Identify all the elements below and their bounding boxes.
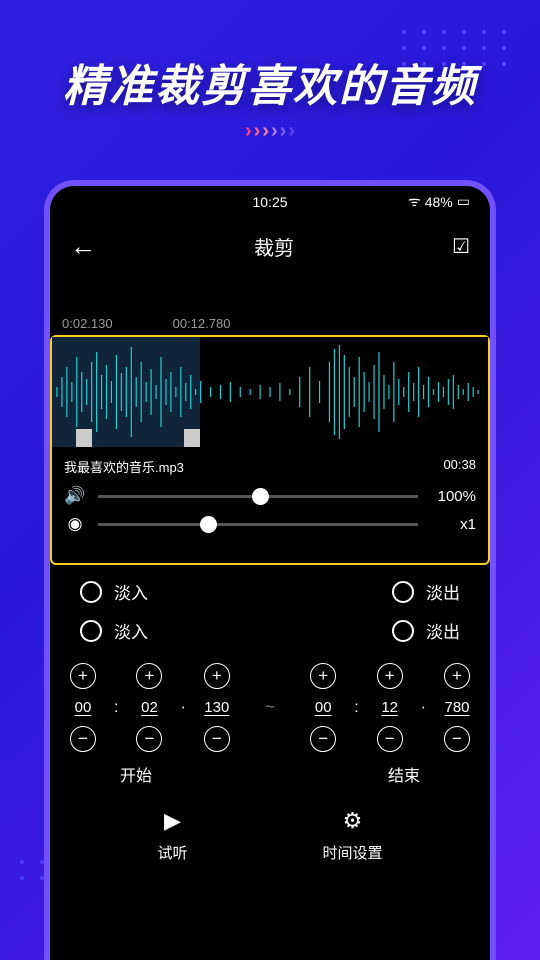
status-bar: 10:25 ᯤ48%▭ xyxy=(50,186,490,217)
fade-out-2[interactable]: 淡出 xyxy=(392,618,460,643)
time-settings-button[interactable]: ⚙时间设置 xyxy=(322,808,382,863)
start-m-minus[interactable]: − xyxy=(136,726,162,752)
end-s-minus[interactable]: − xyxy=(444,726,470,752)
phone-frame: 10:25 ᯤ48%▭ ← 裁剪 ☑ 0:02.130 00:12.780 我最… xyxy=(44,180,496,960)
start-h-minus[interactable]: − xyxy=(70,726,96,752)
fade-out-1[interactable]: 淡出 xyxy=(392,579,460,604)
timeline-start: 0:02.130 xyxy=(62,316,113,331)
status-time: 10:25 xyxy=(252,194,287,210)
page-title: 裁剪 xyxy=(254,232,294,261)
start-label: 开始 xyxy=(120,762,152,786)
end-s[interactable]: 780 xyxy=(444,699,469,716)
end-h[interactable]: 00 xyxy=(315,699,332,716)
sliders-icon: ⚙ xyxy=(343,808,363,834)
preview-button[interactable]: ▶试听 xyxy=(157,808,187,863)
speed-slider[interactable] xyxy=(98,523,418,526)
chevrons-decoration: ›››››› xyxy=(245,120,295,143)
end-h-plus[interactable]: + xyxy=(310,663,336,689)
fade-in-2[interactable]: 淡入 xyxy=(80,618,148,643)
start-h[interactable]: 00 xyxy=(75,699,92,716)
end-label: 结束 xyxy=(388,762,420,786)
volume-icon: 🔊 xyxy=(64,486,86,506)
speed-value: x1 xyxy=(430,516,476,533)
wifi-icon: ᯤ xyxy=(408,192,421,211)
trim-handle-left[interactable] xyxy=(76,429,92,447)
time-separator: ~ xyxy=(265,699,274,717)
phone-screen: 10:25 ᯤ48%▭ ← 裁剪 ☑ 0:02.130 00:12.780 我最… xyxy=(50,186,490,960)
start-m[interactable]: 02 xyxy=(141,699,158,716)
start-m-plus[interactable]: + xyxy=(136,663,162,689)
start-s-minus[interactable]: − xyxy=(204,726,230,752)
timeline-end: 00:12.780 xyxy=(173,316,231,331)
battery-icon: ▭ xyxy=(457,193,470,210)
volume-slider[interactable] xyxy=(98,495,418,498)
fade-in-1[interactable]: 淡入 xyxy=(80,579,148,604)
end-m[interactable]: 12 xyxy=(381,699,398,716)
start-time-editor: +00− : +02− · +130− xyxy=(70,663,230,752)
battery-text: 48% xyxy=(425,194,453,210)
end-m-minus[interactable]: − xyxy=(377,726,403,752)
hero-title: 精准裁剪喜欢的音频 xyxy=(0,50,540,114)
end-time-editor: +00− : +12− · +780− xyxy=(310,663,470,752)
start-s-plus[interactable]: + xyxy=(204,663,230,689)
start-h-plus[interactable]: + xyxy=(70,663,96,689)
back-button[interactable]: ← xyxy=(70,231,96,262)
end-s-plus[interactable]: + xyxy=(444,663,470,689)
waveform[interactable] xyxy=(52,337,488,447)
play-icon: ▶ xyxy=(164,808,181,834)
file-name: 我最喜欢的音乐.mp3 xyxy=(64,457,184,476)
confirm-button[interactable]: ☑ xyxy=(452,234,470,259)
file-duration: 00:38 xyxy=(443,457,476,476)
waveform-panel: 我最喜欢的音乐.mp3 00:38 🔊 100% ◉ x1 xyxy=(50,335,490,565)
speed-icon: ◉ xyxy=(64,514,86,534)
start-s[interactable]: 130 xyxy=(204,699,229,716)
volume-value: 100% xyxy=(430,488,476,505)
trim-handle-right[interactable] xyxy=(184,429,200,447)
end-m-plus[interactable]: + xyxy=(377,663,403,689)
end-h-minus[interactable]: − xyxy=(310,726,336,752)
